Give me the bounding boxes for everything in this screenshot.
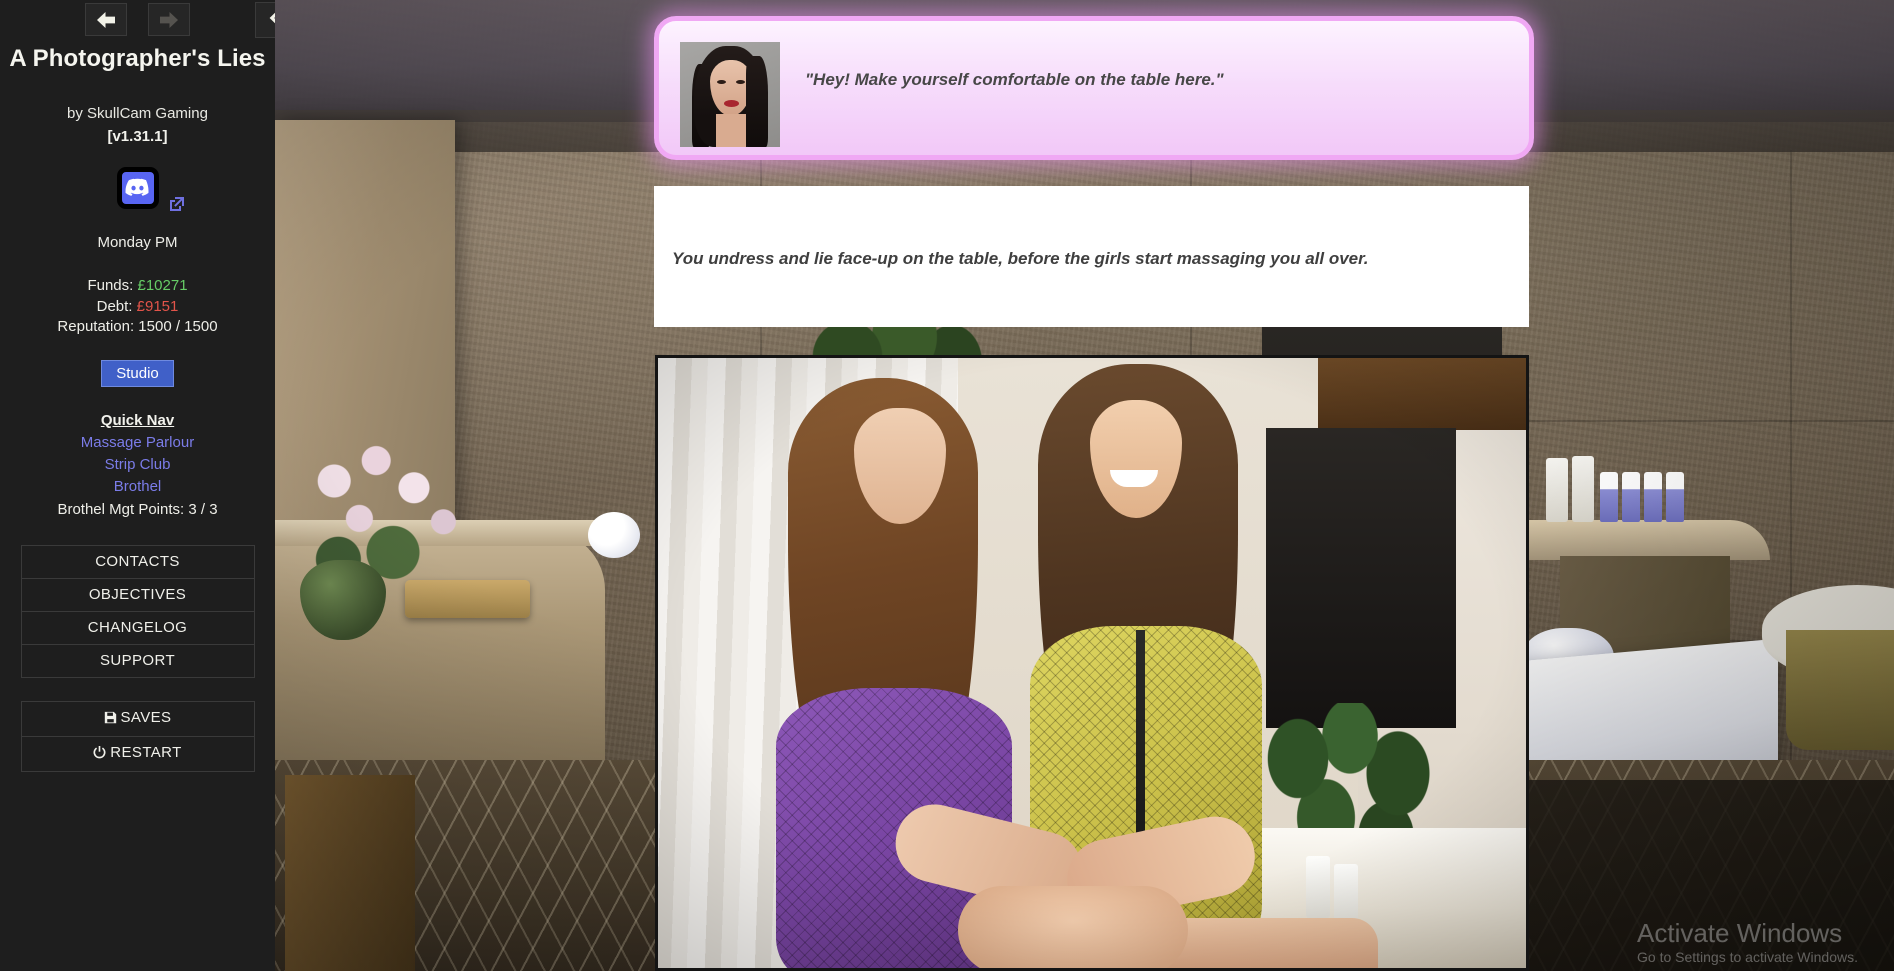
forward-button[interactable]: [147, 3, 190, 36]
external-link-icon[interactable]: [169, 196, 185, 212]
quick-nav-heading: Quick Nav: [100, 411, 175, 429]
collapse-sidebar-button[interactable]: [255, 2, 275, 38]
menu-item-contacts[interactable]: CONTACTS: [21, 546, 254, 579]
debt-row: Debt: £9151: [0, 297, 275, 318]
version-label: [v1.31.1]: [107, 128, 168, 145]
arrow-left-icon: [96, 11, 116, 29]
author-label: by SkullCam Gaming: [67, 105, 208, 122]
narration-text: You undress and lie face-up on the table…: [672, 248, 1369, 268]
sidebar-system-menu-group: SAVES RESTART: [20, 700, 255, 772]
funds-value: £10271: [137, 277, 188, 294]
portrait-artwork: [680, 42, 780, 147]
scene-photo-artwork: [658, 358, 1526, 968]
page-title: A Photographer's Lies: [9, 45, 266, 72]
player-stats: Funds: £10271 Debt: £9151 Reputation: 15…: [0, 276, 275, 338]
sidebar: A Photographer's Lies by SkullCam Gaming…: [0, 0, 275, 971]
dialogue-text: "Hey! Make yourself comfortable on the t…: [805, 70, 1224, 89]
arrow-right-icon: [159, 11, 179, 29]
chevron-left-icon: [269, 7, 275, 33]
menu-item-restart[interactable]: RESTART: [22, 737, 254, 771]
reputation-row: Reputation: 1500 / 1500: [57, 318, 218, 336]
menu-item-support[interactable]: SUPPORT: [22, 645, 254, 677]
sidebar-menu-group: CONTACTS OBJECTIVES CHANGELOG SUPPORT: [20, 544, 255, 678]
debt-value: £9151: [136, 297, 179, 315]
quicknav-link-massage-parlour[interactable]: Massage Parlour: [0, 434, 275, 451]
debt-label: Debt:: [96, 297, 133, 315]
funds-row: Funds: £10271: [0, 276, 275, 297]
narration-box[interactable]: You undress and lie face-up on the table…: [654, 186, 1529, 327]
menu-item-restart-label: RESTART: [110, 743, 182, 761]
quicknav-link-strip-club[interactable]: Strip Club: [0, 456, 275, 473]
day-time-label: Monday PM: [97, 234, 178, 251]
quicknav-link-brothel[interactable]: Brothel: [0, 478, 275, 495]
funds-label: Funds:: [87, 277, 134, 294]
discord-link-wrapper[interactable]: [116, 167, 184, 211]
game-window: A Photographer's Lies by SkullCam Gaming…: [0, 0, 1894, 971]
back-button[interactable]: [85, 3, 128, 36]
menu-item-saves[interactable]: SAVES: [21, 702, 254, 737]
sidebar-nav-arrows: [0, 0, 275, 38]
menu-item-objectives[interactable]: OBJECTIVES: [21, 579, 254, 612]
floppy-disk-icon: [104, 711, 117, 728]
power-icon: [93, 745, 106, 763]
menu-item-saves-label: SAVES: [120, 708, 172, 726]
brothel-mgt-points-label: Brothel Mgt Points: 3 / 3: [57, 500, 218, 518]
menu-item-changelog[interactable]: CHANGELOG: [21, 612, 254, 645]
speaker-portrait: [680, 42, 780, 147]
scene-photo[interactable]: [655, 355, 1529, 971]
studio-button[interactable]: Studio: [101, 359, 174, 387]
discord-icon[interactable]: [116, 167, 159, 209]
dialogue-box[interactable]: "Hey! Make yourself comfortable on the t…: [654, 16, 1534, 160]
